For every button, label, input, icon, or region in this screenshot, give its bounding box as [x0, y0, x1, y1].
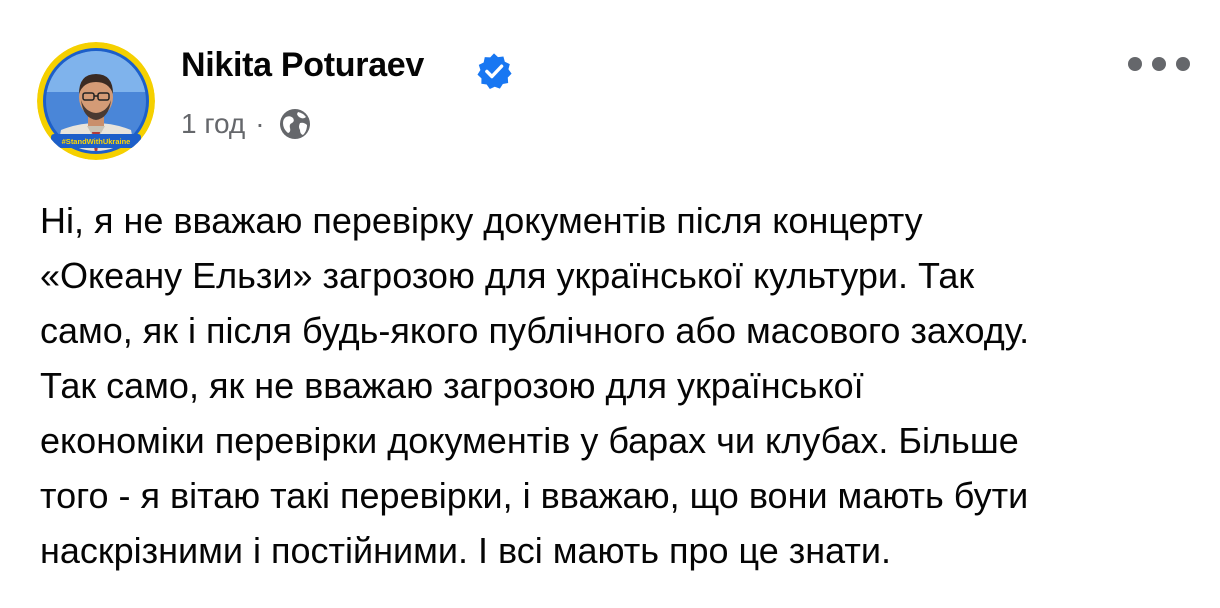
meta-separator: ·	[255, 108, 265, 139]
more-options-button[interactable]	[1128, 50, 1190, 78]
more-options-icon	[1128, 57, 1142, 71]
avatar-badge-text: #StandWithUkraine	[62, 137, 131, 146]
verified-badge-icon	[477, 53, 512, 89]
more-options-dot	[1152, 57, 1166, 71]
post-text-line: того - я вітаю такі перевірки, і вважаю,…	[40, 475, 1029, 516]
author-name[interactable]: Nikita Poturaev	[181, 46, 424, 85]
post-text: Ні, я не вважаю перевірку документів піс…	[40, 193, 1200, 578]
post-timestamp[interactable]: 1 год	[181, 108, 245, 140]
globe-icon[interactable]	[277, 106, 313, 142]
facebook-post: #StandWithUkraine Nikita Poturaev 1 год …	[0, 0, 1220, 608]
post-text-line: само, як і після будь-якого публічного а…	[40, 310, 1030, 351]
post-text-line: економіки перевірки документів у барах ч…	[40, 420, 1019, 461]
avatar[interactable]: #StandWithUkraine	[37, 42, 155, 160]
post-text-line: Ні, я не вважаю перевірку документів піс…	[40, 200, 923, 241]
post-text-line: наскрізними і постійними. І всі мають пр…	[40, 530, 891, 571]
post-meta: 1 год ·	[181, 104, 313, 144]
more-options-dot	[1176, 57, 1190, 71]
post-text-line: Так само, як не вважаю загрозою для укра…	[40, 365, 864, 406]
post-text-line: «Океану Ельзи» загрозою для української …	[40, 255, 975, 296]
